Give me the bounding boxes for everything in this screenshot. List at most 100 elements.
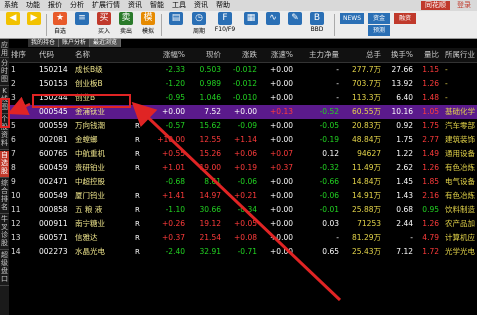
- row-change: -0.06: [237, 177, 257, 186]
- row-speed: +0.07: [270, 149, 293, 158]
- tool-button[interactable]: ✎: [285, 12, 305, 37]
- table-row[interactable]: 10 600549 厦门钨业 R +1.41 14.97 +0.21 +0.00 -0.06 14…: [9, 189, 477, 203]
- sim-icon: 模: [141, 12, 155, 25]
- fund-chip[interactable]: 资金: [368, 13, 390, 24]
- table-row[interactable]: 13 600571 信雅达 R +0.37 21.54 +0.08 +0.00 - 81.29万 -…: [9, 231, 477, 245]
- table-row[interactable]: 14 002273 水晶光电 R -2.40 32.91 -0.71 +0.00 0.65 25.…: [9, 245, 477, 259]
- table-row[interactable]: 6 002081 金螳螂 R +10.00 12.55 +1.14 +0.00 -0.19 48.…: [9, 133, 477, 147]
- row-rank: 6: [11, 135, 16, 144]
- menu-function[interactable]: 功能: [22, 0, 44, 11]
- menu-extended[interactable]: 扩展行情: [88, 0, 124, 11]
- row-code: 000559: [39, 121, 68, 130]
- row-name: 成长B级: [75, 65, 103, 74]
- tab-recent[interactable]: 最近浏览: [90, 39, 122, 47]
- buy-label: 买入: [97, 28, 110, 35]
- row-main-net: -: [336, 93, 339, 102]
- menu-quote[interactable]: 报价: [44, 0, 66, 11]
- sidetab-intraday[interactable]: 分时图: [0, 59, 9, 86]
- row-pct: -0.57: [165, 121, 185, 130]
- buy-button[interactable]: 买买入: [94, 12, 114, 37]
- login-link[interactable]: 登录: [453, 0, 475, 11]
- col-vol-ratio[interactable]: 量比: [415, 48, 439, 62]
- sidetab-watchlist[interactable]: 自选股: [0, 151, 9, 178]
- col-turnover[interactable]: 换手%: [385, 48, 413, 62]
- col-volume[interactable]: 总手: [343, 48, 381, 62]
- row-vol-ratio: 1.48: [422, 93, 439, 102]
- forecast-chip[interactable]: 预测: [368, 25, 390, 36]
- row-industry: 基础化学: [445, 107, 475, 116]
- table-row[interactable]: 5 000559 万向钱潮 R -0.57 15.62 -0.09 +0.00 -0.05 20.…: [9, 119, 477, 133]
- col-pct[interactable]: 涨幅%: [155, 48, 185, 62]
- news-chip[interactable]: NEWS: [340, 13, 364, 24]
- row-vol-ratio: 1.85: [422, 177, 439, 186]
- tab-account-analysis[interactable]: 账户分析: [59, 39, 91, 47]
- tab-holdings[interactable]: 我的持仓: [28, 39, 60, 47]
- list-button[interactable]: ≡: [72, 12, 92, 37]
- col-price[interactable]: 现价: [191, 48, 221, 62]
- simulate-button[interactable]: 模模拟: [138, 12, 158, 37]
- row-pct: +10.00: [157, 135, 185, 144]
- col-name[interactable]: 名称: [75, 48, 90, 62]
- row-speed: +0.00: [270, 135, 293, 144]
- sidetab-ranking[interactable]: 综合排名: [0, 179, 9, 214]
- forward-button[interactable]: ▶: [24, 12, 44, 37]
- sidetab-apps[interactable]: 应用: [0, 41, 9, 58]
- row-turnover: 10.16: [391, 107, 413, 116]
- sell-button[interactable]: 卖卖出: [116, 12, 136, 37]
- row-flag: R: [135, 150, 140, 158]
- row-turnover: 2.62: [396, 163, 413, 172]
- menu-system[interactable]: 系统: [0, 0, 22, 11]
- col-rank[interactable]: 排序: [11, 48, 26, 62]
- indicator-button[interactable]: ∿: [263, 12, 283, 37]
- row-volume: 81.29万: [352, 233, 381, 242]
- row-volume: 11.49万: [352, 163, 381, 172]
- row-name: 中航重机: [75, 149, 105, 158]
- row-vol-ratio: 4.79: [422, 233, 439, 242]
- favorites-button[interactable]: ★ 自选: [50, 12, 70, 37]
- table-row[interactable]: 8 600459 贵研铂业 R +1.01 19.00 +0.19 +0.37 -0.32 11.…: [9, 161, 477, 175]
- menu-analysis[interactable]: 分析: [66, 0, 88, 11]
- table-row[interactable]: 12 000911 南宁糖业 R +0.26 19.12 +0.05 +0.00 0.03 712…: [9, 217, 477, 231]
- highlight-box-sidetab: [0, 98, 10, 128]
- menu-smart[interactable]: 智能: [146, 0, 168, 11]
- table-row[interactable]: 2 150153 创业板B -1.20 0.989 -0.012 +0.00 - 703.7万 1…: [9, 77, 477, 91]
- period-button[interactable]: ◷ 周期: [189, 12, 209, 37]
- sell-icon: 卖: [119, 12, 133, 25]
- col-industry[interactable]: 所属行业: [445, 48, 475, 62]
- back-button[interactable]: ◀: [3, 12, 23, 37]
- news-button[interactable]: ▦: [241, 12, 261, 37]
- col-main-net[interactable]: 主力净量: [299, 48, 339, 62]
- row-turnover: 2.44: [396, 219, 413, 228]
- table-row[interactable]: 1 150214 成长B级 -2.33 0.503 -0.012 +0.00 - 277.7万 2…: [9, 63, 477, 77]
- table-row[interactable]: 7 600765 中航重机 R +0.55 15.26 +0.06 +0.07 0.12 9462…: [9, 147, 477, 161]
- margin-chip[interactable]: 融资: [394, 13, 416, 24]
- row-industry: 通用设备: [445, 149, 475, 158]
- bbd-button[interactable]: B BBD: [307, 12, 327, 37]
- row-turnover: 1.43: [396, 191, 413, 200]
- row-change: +0.19: [234, 163, 257, 172]
- row-name: 贵研铂业: [75, 163, 105, 172]
- menu-help[interactable]: 帮助: [212, 0, 234, 11]
- f10-icon: F: [218, 12, 232, 25]
- row-pct: +0.55: [162, 149, 185, 158]
- watchlist-tabs: 我的持仓 账户分析 最近浏览: [28, 39, 122, 47]
- table-row[interactable]: 9 002471 中超控股 -0.68 8.61 -0.06 +0.00 -0.66 14.84…: [9, 175, 477, 189]
- row-volume: 113.3万: [352, 93, 381, 102]
- col-speed[interactable]: 涨速%: [261, 48, 293, 62]
- chart-button[interactable]: ▤: [166, 12, 186, 37]
- menu-news[interactable]: 资讯: [124, 0, 146, 11]
- row-name: 金螳螂: [75, 135, 98, 144]
- sidetab-orderbook[interactable]: 超级盘口: [0, 251, 9, 286]
- row-rank: 13: [11, 233, 21, 242]
- menu-bar: 系统 功能 报价 分析 扩展行情 资讯 智能 工具 资讯 帮助 同花顺 登录: [0, 0, 477, 11]
- row-speed: +0.00: [270, 233, 293, 242]
- row-price: 12.55: [199, 135, 221, 144]
- sidetab-diagnosis[interactable]: 牛叉诊股: [0, 215, 9, 250]
- col-change[interactable]: 涨跌: [225, 48, 257, 62]
- col-code[interactable]: 代码: [39, 48, 54, 62]
- menu-tools[interactable]: 工具: [168, 0, 190, 11]
- row-name: 中超控股: [75, 177, 105, 186]
- table-row[interactable]: 11 000858 五 粮 液 R -1.10 30.66 -0.34 +0.00 -0.01 2…: [9, 203, 477, 217]
- menu-info[interactable]: 资讯: [190, 0, 212, 11]
- f10-button[interactable]: F F10/F9: [212, 12, 238, 37]
